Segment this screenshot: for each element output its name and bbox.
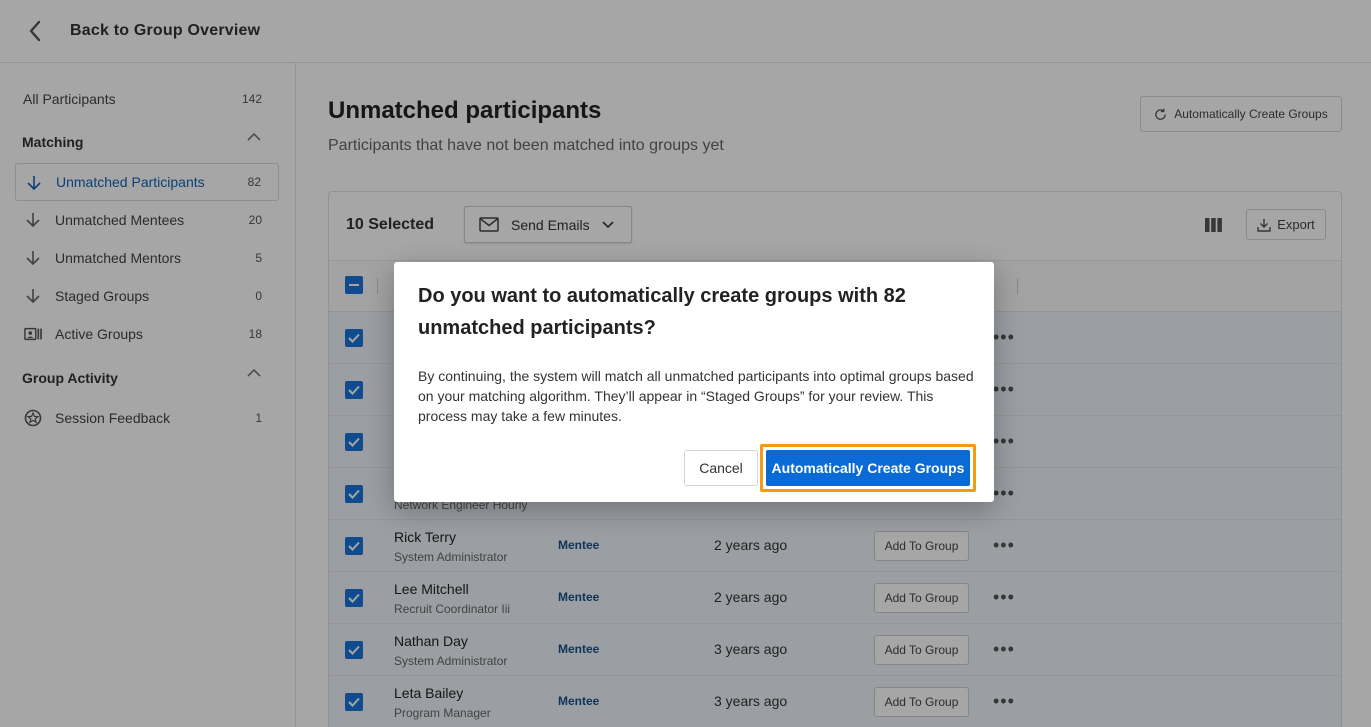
confirm-dialog: Do you want to automatically create grou… (394, 262, 994, 502)
cancel-button[interactable]: Cancel (684, 450, 758, 486)
dialog-title: Do you want to automatically create grou… (418, 285, 906, 339)
focus-highlight: Automatically Create Groups (760, 444, 976, 492)
dialog-body: By continuing, the system will match all… (418, 368, 974, 424)
confirm-auto-create-button[interactable]: Automatically Create Groups (766, 450, 970, 486)
